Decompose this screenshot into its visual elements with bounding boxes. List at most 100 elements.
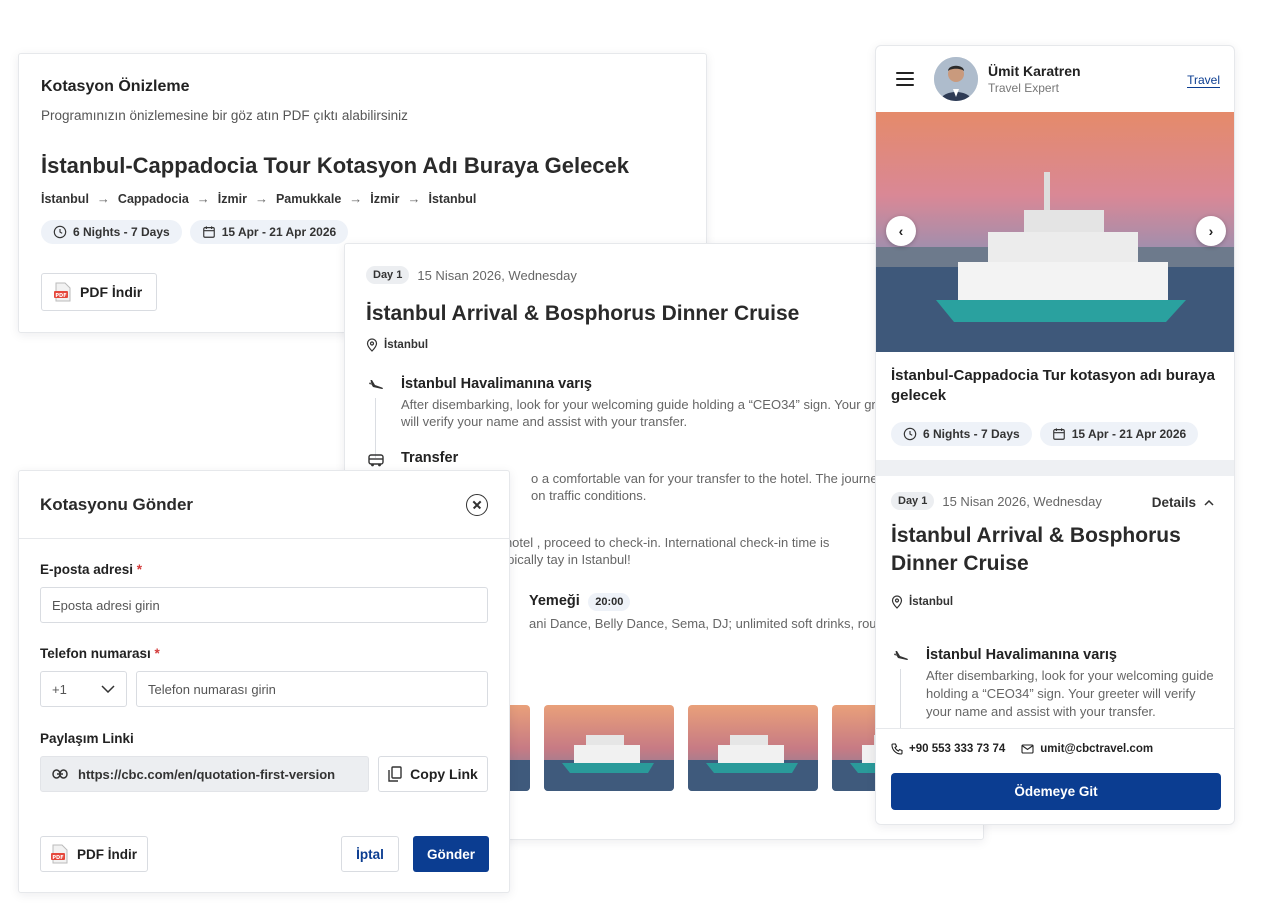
agent-name: Ümit Karatren: [988, 63, 1081, 79]
go-to-payment-button[interactable]: Ödemeye Git: [891, 773, 1221, 810]
arrow-right-icon: →: [254, 191, 268, 206]
day-badge: Day 1: [891, 492, 935, 510]
dates-chip: 15 Apr - 21 Apr 2026: [189, 220, 349, 244]
gallery-photo[interactable]: [544, 705, 674, 791]
dates-chip: 15 Apr - 21 Apr 2026: [1039, 422, 1199, 446]
timeline-title: Yemeği: [529, 593, 580, 609]
chevron-up-icon: [1204, 499, 1214, 506]
close-icon[interactable]: [466, 493, 488, 516]
arrow-right-icon: →: [349, 191, 363, 206]
email-label-text: E-posta adresi: [40, 562, 134, 577]
mobile-preview: Ümit Karatren Travel Expert Travel ‹ › İ…: [875, 45, 1235, 825]
arrow-right-icon: →: [407, 191, 421, 206]
clock-icon: [903, 427, 917, 441]
route-stop: İzmir: [370, 191, 400, 206]
cancel-button[interactable]: İptal: [341, 836, 399, 872]
day-date: 15 Nisan 2026, Wednesday: [417, 267, 577, 283]
country-code-value: +1: [52, 681, 67, 697]
send-button[interactable]: Gönder: [413, 836, 489, 872]
share-link-value: https://cbc.com/en/quotation-first-versi…: [78, 766, 336, 782]
phone-contact[interactable]: +90 553 333 73 74: [891, 743, 1005, 755]
preview-title: İstanbul-Cappadocia Tour Kotasyon Adı Bu…: [41, 153, 630, 178]
link-icon: [52, 769, 68, 779]
share-link-field[interactable]: https://cbc.com/en/quotation-first-versi…: [40, 756, 369, 792]
timeline-text: After disembarking, look for your welcom…: [401, 397, 906, 429]
timeline-line: [375, 398, 376, 458]
phone-placeholder: Telefon numarası girin: [148, 681, 276, 697]
avatar: [934, 57, 978, 101]
preview-subtitle: Programınızın önizlemesine bir göz atın …: [41, 108, 408, 123]
menu-icon[interactable]: [896, 72, 914, 86]
email-field[interactable]: Eposta adresi girin: [40, 587, 488, 623]
duration-chip: 6 Nights - 7 Days: [891, 422, 1032, 446]
day-title: İstanbul Arrival & Bosphorus Dinner Crui…: [366, 302, 800, 325]
copy-link-label: Copy Link: [410, 766, 478, 782]
required-mark: *: [136, 562, 143, 577]
mobile-quote-title: İstanbul-Cappadocia Tur kotasyon adı bur…: [891, 367, 1215, 404]
phone-text: +90 553 333 73 74: [909, 743, 1006, 755]
route-stop: İstanbul: [41, 191, 89, 206]
arrow-right-icon: →: [96, 191, 110, 206]
section-divider: [876, 460, 1234, 476]
duration-text: 6 Nights - 7 Days: [73, 225, 170, 239]
location-pin-icon: [366, 338, 378, 352]
location-pin-icon: [891, 595, 903, 609]
phone-label: Telefon numarası *: [40, 646, 160, 661]
mail-icon: [1021, 744, 1034, 754]
svg-text:PDF: PDF: [52, 855, 63, 861]
arrow-right-icon: →: [196, 191, 210, 206]
email-text: umit@cbctravel.com: [1040, 743, 1154, 755]
duration-chip: 6 Nights - 7 Days: [41, 220, 182, 244]
phone-label-text: Telefon numarası: [40, 646, 151, 661]
plane-landing-icon: [894, 651, 908, 662]
pdf-download-label: PDF İndir: [77, 846, 137, 862]
prev-image-button[interactable]: ‹: [886, 216, 916, 246]
chevron-down-icon: [101, 685, 115, 693]
timeline-text: After disembarking, look for your welcom…: [926, 668, 1214, 719]
required-mark: *: [154, 646, 160, 661]
contact-footer: +90 553 333 73 74 umit@cbctravel.com Öde…: [876, 728, 1234, 824]
svg-text:PDF: PDF: [55, 293, 66, 299]
plane-landing-icon: [369, 380, 383, 391]
timeline-item: İstanbul Havalimanına varış After disemb…: [891, 647, 1221, 729]
mobile-location: İstanbul: [909, 596, 954, 608]
route-stop: İstanbul: [428, 191, 477, 206]
calendar-icon: [1052, 428, 1065, 440]
pdf-download-button[interactable]: PDF PDF İndir: [41, 273, 158, 311]
details-toggle[interactable]: Details: [1152, 495, 1214, 510]
send-quotation-modal: Kotasyonu Gönder E-posta adresi * Eposta…: [18, 470, 510, 893]
country-code-select[interactable]: +1: [40, 671, 127, 707]
dates-text: 15 Apr - 21 Apr 2026: [221, 225, 337, 239]
route-breadcrumb: İstanbul → Cappadocia → İzmir → Pamukkale → …: [41, 191, 684, 206]
agent-role: Travel Expert: [988, 81, 1059, 95]
dates-text: 15 Apr - 21 Apr 2026: [1071, 427, 1187, 441]
brand-logo[interactable]: Travel: [1187, 73, 1220, 88]
van-icon: [368, 454, 384, 467]
route-stop: Pamukkale: [275, 191, 342, 206]
pdf-icon: PDF: [51, 844, 68, 864]
copy-link-button[interactable]: Copy Link: [378, 756, 488, 792]
timeline-text: r hotel , proceed to check-in. Internati…: [497, 535, 830, 567]
calendar-icon: [202, 226, 215, 238]
email-placeholder: Eposta adresi girin: [52, 597, 160, 613]
next-image-button[interactable]: ›: [1196, 216, 1226, 246]
clock-icon: [53, 225, 67, 239]
email-label: E-posta adresi *: [40, 562, 142, 577]
preview-heading: Kotasyon Önizleme: [41, 78, 190, 95]
email-contact[interactable]: umit@cbctravel.com: [1021, 743, 1153, 755]
pdf-download-button[interactable]: PDF PDF İndir: [40, 836, 148, 872]
pdf-download-label: PDF İndir: [80, 284, 143, 300]
route-stop: Cappadocia: [117, 191, 189, 206]
day-date: 15 Nisan 2026, Wednesday: [942, 493, 1102, 509]
timeline-line: [900, 669, 901, 729]
timeline-title: İstanbul Havalimanına varış: [926, 647, 1117, 663]
phone-field[interactable]: Telefon numarası girin: [136, 671, 488, 707]
modal-title: Kotasyonu Gönder: [40, 494, 194, 514]
gallery-photo[interactable]: [688, 705, 818, 791]
day-location: İstanbul: [384, 339, 429, 351]
details-label: Details: [1151, 495, 1196, 510]
mobile-day-title: İstanbul Arrival & Bosphorus Dinner Crui…: [891, 524, 1181, 575]
timeline-item: İstanbul Havalimanına varış After disemb…: [366, 376, 962, 458]
time-badge: 20:00: [588, 593, 631, 611]
share-link-label: Paylaşım Linki: [40, 731, 134, 746]
